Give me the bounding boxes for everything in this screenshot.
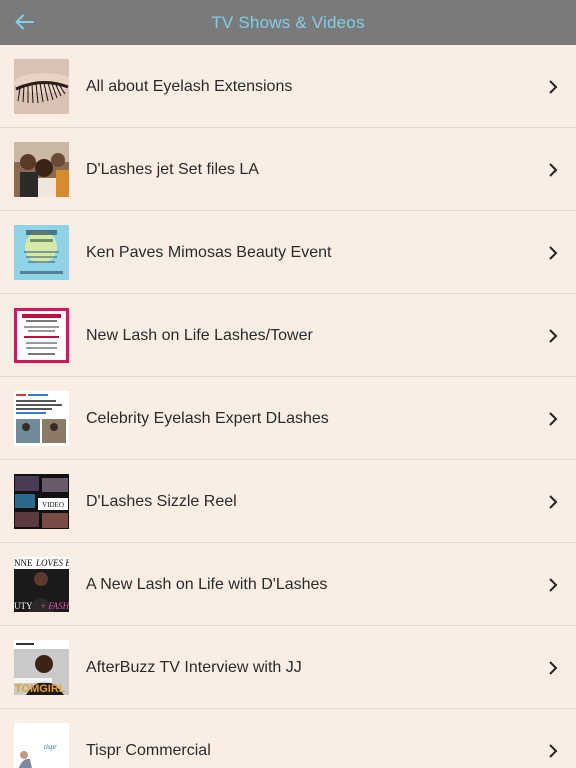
list-item[interactable]: tispr Tispr Commercial	[0, 709, 576, 768]
list-item-label: D'Lashes Sizzle Reel	[86, 492, 237, 510]
nav-bar: TV Shows & Videos	[0, 0, 576, 45]
thumbnail-image	[14, 142, 69, 197]
list-item-label: D'Lashes jet Set files LA	[86, 160, 259, 178]
chevron-right-icon	[549, 661, 558, 675]
thumbnail-image	[14, 308, 69, 363]
svg-text:+ FASH: + FASH	[40, 601, 69, 611]
thumbnail-image: TOMGIRL	[14, 640, 69, 695]
list-item[interactable]: New Lash on Life Lashes/Tower	[0, 294, 576, 377]
list-item-label: Tispr Commercial	[86, 741, 211, 759]
chevron-right-icon	[549, 163, 558, 177]
list-item[interactable]: All about Eyelash Extensions	[0, 45, 576, 128]
list-item-label: A New Lash on Life with D'Lashes	[86, 575, 328, 593]
svg-text:UTY: UTY	[14, 601, 33, 611]
list-item-label: All about Eyelash Extensions	[86, 77, 293, 95]
chevron-right-icon	[549, 329, 558, 343]
list-item[interactable]: TOMGIRL AfterBuzz TV Interview with JJ	[0, 626, 576, 709]
back-button[interactable]	[10, 8, 38, 36]
thumbnail-image	[14, 391, 69, 446]
thumbnail-image: tispr	[14, 723, 69, 768]
list-item[interactable]: D'Lashes jet Set files LA	[0, 128, 576, 211]
svg-text:LOVES B: LOVES B	[35, 558, 69, 568]
chevron-right-icon	[549, 578, 558, 592]
list-item-label: Ken Paves Mimosas Beauty Event	[86, 243, 332, 261]
chevron-right-icon	[549, 80, 558, 94]
list-item[interactable]: NNE LOVES B UTY + FASH A New Lash on Lif…	[0, 543, 576, 626]
arrow-left-icon	[15, 14, 34, 30]
thumbnail-image	[14, 225, 69, 280]
chevron-right-icon	[549, 495, 558, 509]
list-item-label: New Lash on Life Lashes/Tower	[86, 326, 313, 344]
svg-text:TOMGIRL: TOMGIRL	[15, 683, 66, 695]
thumbnail-image	[14, 59, 69, 114]
chevron-right-icon	[549, 412, 558, 426]
chevron-right-icon	[549, 744, 558, 758]
video-list: All about Eyelash Extensions D'Lashes je…	[0, 45, 576, 768]
list-item[interactable]: Celebrity Eyelash Expert DLashes	[0, 377, 576, 460]
page-title: TV Shows & Videos	[211, 12, 365, 32]
svg-text:VIDEO: VIDEO	[42, 501, 64, 509]
list-item-label: Celebrity Eyelash Expert DLashes	[86, 409, 329, 427]
svg-text:NNE: NNE	[14, 558, 33, 568]
chevron-right-icon	[549, 246, 558, 260]
thumbnail-image: NNE LOVES B UTY + FASH	[14, 557, 69, 612]
list-item-label: AfterBuzz TV Interview with JJ	[86, 658, 302, 676]
thumbnail-image: VIDEO	[14, 474, 69, 529]
list-item[interactable]: Ken Paves Mimosas Beauty Event	[0, 211, 576, 294]
svg-text:tispr: tispr	[44, 743, 57, 751]
list-item[interactable]: VIDEO D'Lashes Sizzle Reel	[0, 460, 576, 543]
